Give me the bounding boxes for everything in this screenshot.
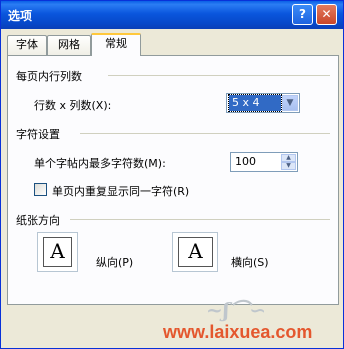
char-settings-group-title: 字符设置 — [16, 128, 60, 141]
divider — [70, 219, 330, 220]
tab-general[interactable]: 常规 — [91, 33, 141, 56]
rows-cols-value: 5 x 4 — [228, 94, 282, 112]
repeat-char-checkbox[interactable] — [34, 183, 47, 196]
portrait-label[interactable]: 纵向(P) — [96, 254, 133, 270]
max-chars-stepper[interactable]: 100 ▲ ▼ — [230, 152, 298, 172]
tab-font[interactable]: 字体 — [7, 35, 47, 55]
landscape-label[interactable]: 横向(S) — [231, 254, 269, 270]
watermark: www.laixuea.com — [163, 322, 313, 342]
rows-cols-select[interactable]: 5 x 4 ▼ — [226, 93, 300, 113]
max-chars-value: 100 — [235, 155, 256, 168]
title-bar[interactable]: 选项 ? ✕ — [1, 1, 343, 29]
landscape-option[interactable]: A — [172, 232, 218, 272]
divider — [80, 133, 330, 134]
close-button[interactable]: ✕ — [316, 4, 337, 25]
window-title: 选项 — [8, 9, 33, 23]
options-dialog: 选项 ? ✕ 字体 网格 常规 每页内行列数 行数 x 列数(X): 5 x 4… — [0, 0, 344, 349]
repeat-char-label: 单页内重复显示同一字符(R) — [52, 185, 190, 198]
dropdown-arrow-icon[interactable]: ▼ — [282, 95, 298, 111]
tab-grid[interactable]: 网格 — [47, 35, 91, 55]
landscape-page-icon: A — [178, 237, 213, 267]
general-panel: 每页内行列数 行数 x 列数(X): 5 x 4 ▼ 字符设置 单个字帖内最多字… — [7, 55, 339, 305]
orientation-group-title: 纸张方向 — [16, 214, 60, 227]
watermark-logo-icon: ~ʃ⌒∽ — [206, 298, 267, 322]
help-button[interactable]: ? — [292, 4, 313, 25]
max-chars-label: 单个字帖内最多字符数(M): — [34, 157, 166, 170]
rows-cols-label: 行数 x 列数(X): — [34, 99, 112, 112]
portrait-page-icon: A — [43, 237, 72, 267]
divider — [108, 75, 330, 76]
portrait-option[interactable]: A — [37, 232, 78, 272]
spin-up-icon[interactable]: ▲ — [281, 154, 296, 162]
spin-down-icon[interactable]: ▼ — [281, 162, 296, 170]
rows-cols-group-title: 每页内行列数 — [16, 70, 82, 83]
